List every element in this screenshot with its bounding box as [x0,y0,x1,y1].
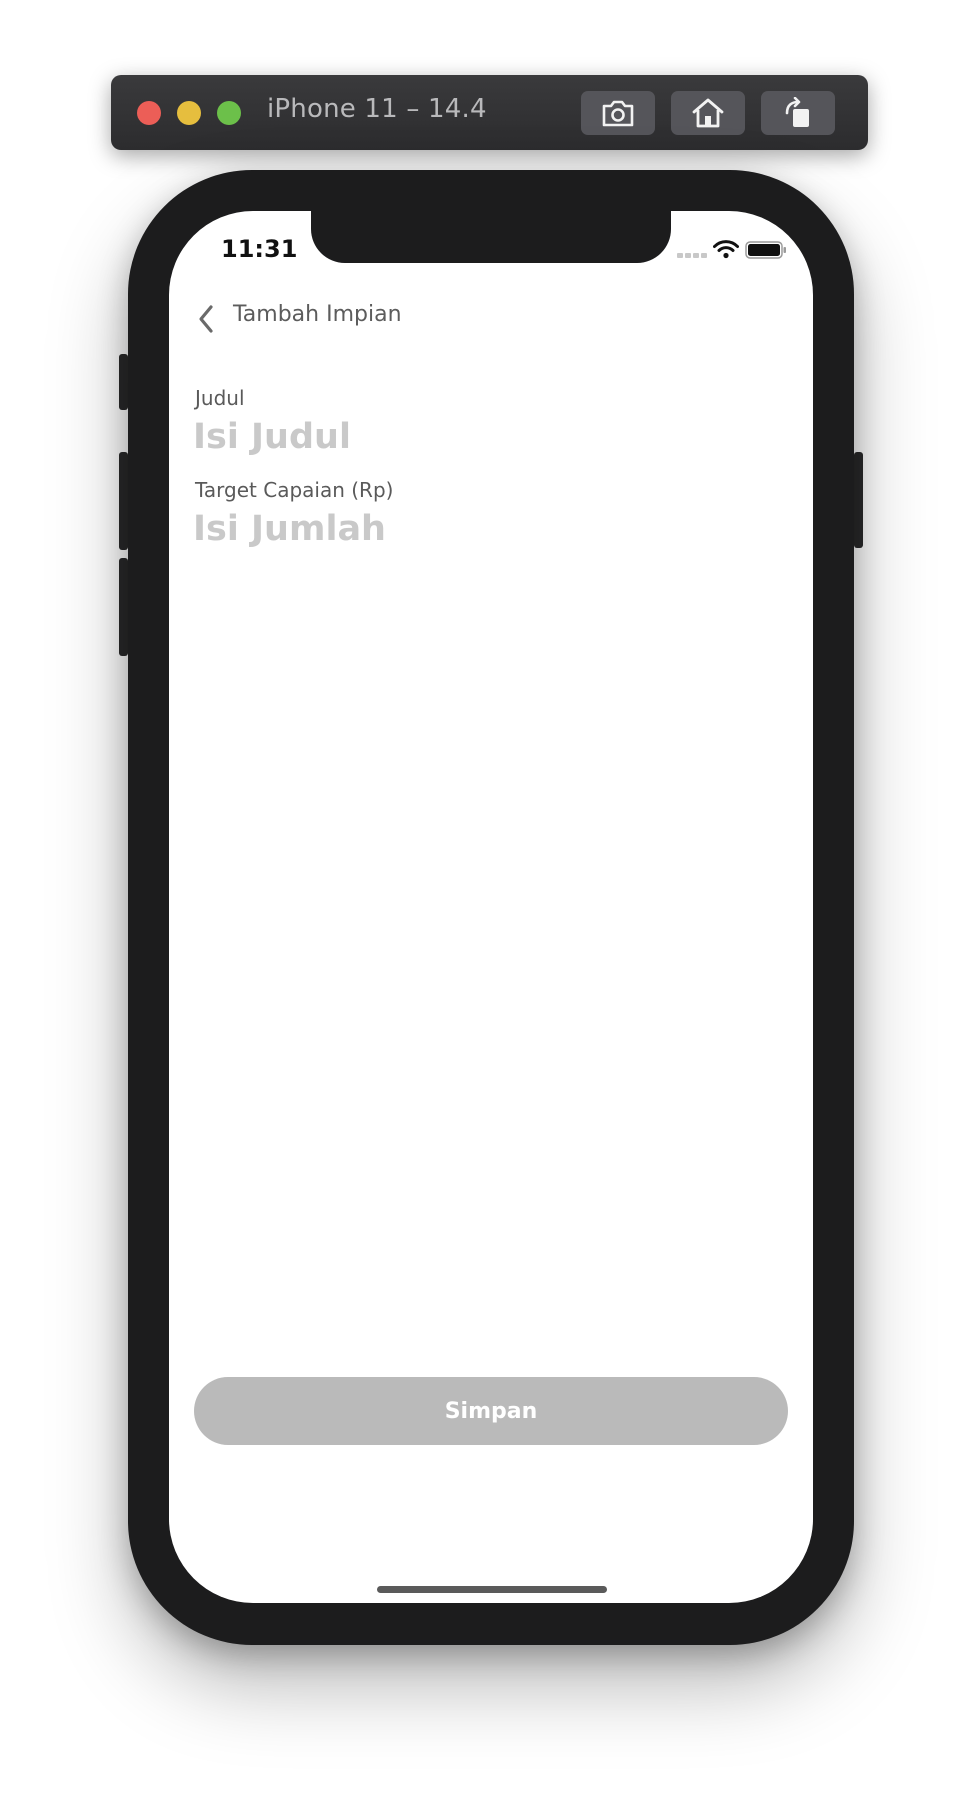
volume-down-button [119,558,128,656]
target-label: Target Capaian (Rp) [195,478,394,502]
rotate-icon [785,97,809,127]
close-window-button[interactable] [137,101,161,125]
app-screen: 11:31 Tambah Impian Judul Target Capaian… [169,211,813,1603]
target-amount-input[interactable] [193,505,773,553]
simulator-stage: iPhone 11 – 14.4 11:31 Tambah Impian Jud… [0,0,980,1794]
simulator-title-bar: iPhone 11 – 14.4 [111,75,868,150]
back-button[interactable] [191,301,221,337]
judul-label: Judul [195,386,245,410]
screenshot-button[interactable] [581,91,655,135]
status-time: 11:31 [221,235,298,263]
page-title: Tambah Impian [233,302,402,327]
home-indicator [377,1586,607,1593]
save-button[interactable]: Simpan [194,1377,788,1445]
mute-switch [119,354,128,410]
cellular-signal-icon [677,253,707,259]
wifi-icon [713,240,739,259]
home-icon [692,98,724,128]
judul-input[interactable] [193,413,773,461]
home-button[interactable] [671,91,745,135]
chevron-left-icon [199,305,213,333]
battery-icon [745,241,786,259]
volume-up-button [119,452,128,550]
camera-icon [602,100,634,127]
power-button [854,452,863,548]
device-notch [311,211,671,263]
zoom-window-button[interactable] [217,101,241,125]
rotate-button[interactable] [761,91,835,135]
minimize-window-button[interactable] [177,101,201,125]
simulator-title: iPhone 11 – 14.4 [267,94,487,124]
